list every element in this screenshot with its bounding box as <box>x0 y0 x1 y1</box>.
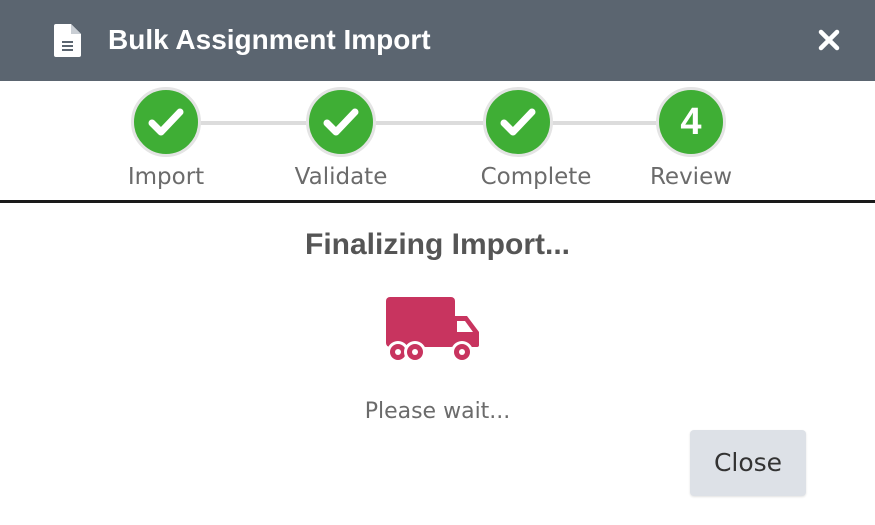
step-import: Import <box>109 87 229 197</box>
close-icon[interactable] <box>815 26 843 54</box>
step-review: 4 Review <box>634 87 754 197</box>
check-icon <box>500 108 536 136</box>
step-number: 4 <box>680 101 702 143</box>
step-complete-circle <box>131 87 201 157</box>
import-stepper: Import Validate Complete 4 Review <box>0 81 875 201</box>
stepper-divider <box>0 200 875 203</box>
dialog-title: Bulk Assignment Import <box>108 24 431 55</box>
step-complete: Complete <box>461 87 591 197</box>
step-complete-circle <box>483 87 553 157</box>
document-icon <box>54 24 81 57</box>
status-title: Finalizing Import... <box>305 228 570 261</box>
truck-icon <box>386 297 479 363</box>
step-current-circle: 4 <box>656 87 726 157</box>
step-label: Import <box>127 164 205 190</box>
dialog-header: Bulk Assignment Import <box>0 0 875 81</box>
step-complete-circle <box>306 87 376 157</box>
bulk-import-dialog: Bulk Assignment Import Import Validate C… <box>0 0 875 525</box>
close-button[interactable]: Close <box>690 430 806 496</box>
wait-message: Please wait... <box>364 399 511 424</box>
step-label: Review <box>649 164 733 190</box>
check-icon <box>148 108 184 136</box>
step-validate: Validate <box>284 87 404 197</box>
step-label: Validate <box>294 164 388 190</box>
check-icon <box>323 108 359 136</box>
stepper-track <box>166 121 691 125</box>
step-label: Complete <box>480 164 592 190</box>
